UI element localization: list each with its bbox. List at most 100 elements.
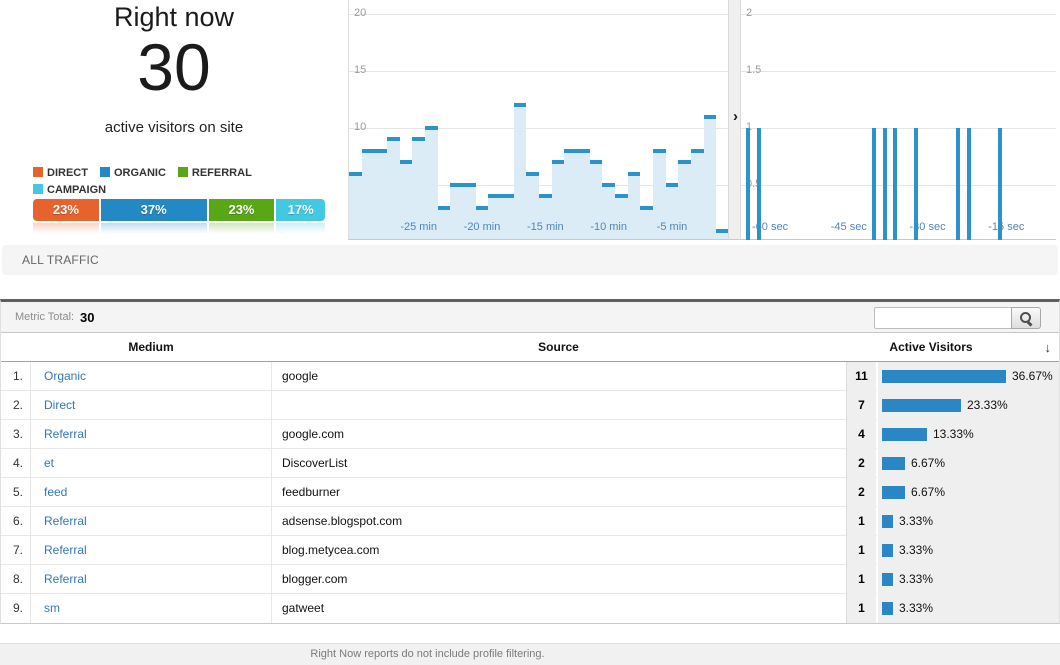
y-axis-tick-label: 10 (354, 121, 366, 133)
minute-bar (628, 172, 640, 176)
y-axis-tick-label: 15 (354, 64, 366, 76)
medium-link[interactable]: Referral (32, 507, 270, 535)
x-axis-tick-label: -15 min (515, 221, 575, 233)
minute-bar (488, 194, 501, 198)
percentage-cell: 3.33% (877, 507, 1059, 536)
percentage-cell: 13.33% (877, 420, 1059, 449)
row-rank: 7. (1, 536, 31, 565)
medium-link[interactable]: Direct (32, 391, 270, 419)
active-visitor-count: 7 (846, 391, 876, 420)
traffic-table: Metric Total: 30 Medium Source Active Vi… (0, 299, 1060, 624)
search-button[interactable] (1011, 307, 1041, 329)
table-row: 4. et DiscoverList 2 6.67% (1, 449, 1059, 478)
search-icon (1019, 311, 1034, 326)
table-row: 1. Organic google 11 36.67% (1, 362, 1059, 391)
percentage-bar (882, 573, 893, 586)
medium-link[interactable]: Organic (32, 362, 270, 390)
medium-link[interactable]: Referral (32, 565, 270, 593)
second-bar (872, 128, 876, 240)
realtime-dashboard: Right now 30 active visitors on site DIR… (0, 0, 1060, 665)
minute-bar (349, 172, 362, 176)
percentage-cell: 3.33% (877, 594, 1059, 623)
percentage-bar (882, 428, 927, 441)
medium-link[interactable]: feed (32, 478, 270, 506)
minute-bar (425, 126, 438, 130)
search-input[interactable] (874, 307, 1011, 329)
table-row: 3. Referral google.com 4 13.33% (1, 420, 1059, 449)
minute-bar (615, 194, 628, 198)
right-now-title: Right now (0, 2, 348, 33)
percentage-label: 3.33% (899, 536, 933, 564)
legend-item: ORGANIC (100, 164, 166, 181)
table-row: 5. feed feedburner 2 6.67% (1, 478, 1059, 507)
medium-link[interactable]: Referral (32, 536, 270, 564)
source-value (271, 391, 845, 420)
source-value: gatweet (271, 594, 845, 623)
minute-bar (463, 183, 476, 187)
table-search (874, 307, 1041, 329)
sort-descending-icon[interactable]: ↓ (1045, 333, 1052, 362)
x-axis-tick-label: -5 min (642, 221, 702, 233)
legend-label: ORGANIC (114, 167, 166, 179)
row-rank: 4. (1, 449, 31, 478)
second-bar (893, 128, 897, 240)
gridline (349, 14, 728, 15)
row-rank: 2. (1, 391, 31, 420)
active-visitor-count: 2 (846, 449, 876, 478)
minute-bar (653, 149, 666, 153)
percentage-cell: 36.67% (877, 362, 1059, 391)
minute-bar (691, 149, 704, 153)
breakdown-segment: 23% (33, 199, 99, 221)
medium-link[interactable]: Referral (32, 420, 270, 448)
table-row: 6. Referral adsense.blogspot.com 1 3.33% (1, 507, 1059, 536)
active-visitor-count: 1 (846, 565, 876, 594)
minute-bar (526, 172, 539, 176)
column-header-source[interactable]: Source (271, 333, 846, 362)
gridline (741, 128, 1056, 129)
minute-bar (514, 103, 526, 107)
percentage-bar (882, 544, 893, 557)
minute-bar (678, 160, 691, 164)
reflection-fade (33, 223, 325, 235)
source-value: google.com (271, 420, 845, 449)
y-axis-tick-label: 1.5 (746, 64, 761, 76)
minute-bar-fill (704, 119, 716, 239)
medium-link[interactable]: et (32, 449, 270, 477)
legend-item: CAMPAIGN (33, 181, 106, 198)
y-axis-tick-label: 20 (354, 7, 366, 19)
percentage-label: 36.67% (1012, 362, 1053, 390)
metric-total-value: 30 (80, 302, 94, 333)
x-axis-tick-label: -60 sec (752, 221, 788, 233)
x-axis-tick-label: -25 min (389, 221, 449, 233)
active-visitors-subtitle: active visitors on site (0, 119, 348, 136)
medium-link[interactable]: sm (32, 594, 270, 622)
traffic-legend: DIRECTORGANICREFERRALCAMPAIGN (33, 164, 311, 198)
active-visitor-count: 11 (846, 362, 876, 391)
gridline (349, 128, 728, 129)
active-visitor-count: 4 (846, 420, 876, 449)
percentage-cell: 6.67% (877, 478, 1059, 507)
minute-bar (704, 115, 716, 119)
table-row: 9. sm gatweet 1 3.33% (1, 594, 1059, 623)
x-axis-tick-label: -45 sec (831, 221, 867, 233)
table-row: 2. Direct 7 23.33% (1, 391, 1059, 420)
minute-bar (362, 149, 374, 153)
expand-chart-arrow-icon[interactable]: › (730, 108, 741, 125)
breakdown-segment: 17% (276, 199, 325, 221)
table-row: 7. Referral blog.metycea.com 1 3.33% (1, 536, 1059, 565)
column-header-active-visitors[interactable]: Active Visitors (846, 333, 1016, 362)
source-value: blogger.com (271, 565, 845, 594)
active-visitor-count: 1 (846, 507, 876, 536)
table-row: 8. Referral blogger.com 1 3.33% (1, 565, 1059, 594)
row-rank: 6. (1, 507, 31, 536)
minute-bar (552, 160, 564, 164)
gridline (349, 71, 728, 72)
all-traffic-section-header: ALL TRAFFIC (2, 245, 1058, 275)
minute-bar-fill (362, 153, 374, 239)
table-header-row: Medium Source Active Visitors ↓ (1, 333, 1059, 362)
legend-item: DIRECT (33, 164, 88, 181)
column-header-medium[interactable]: Medium (31, 333, 271, 362)
minute-bar (666, 183, 678, 187)
right-now-panel: Right now 30 active visitors on site DIR… (0, 0, 348, 240)
traffic-breakdown-bar: 23%37%23%17% (33, 199, 325, 221)
